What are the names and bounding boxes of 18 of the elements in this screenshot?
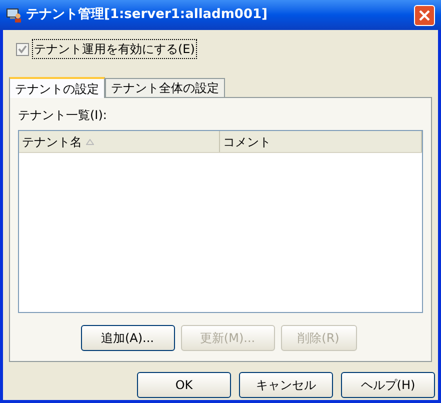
tab[interactable]: テナント全体の設定: [105, 78, 225, 97]
enable-checkbox[interactable]: [16, 42, 29, 56]
checkbox-label: テナント運用を有効にする(E): [32, 39, 197, 59]
tenant-list[interactable]: テナント名 コメント: [18, 130, 423, 313]
sort-triangle-icon: [86, 138, 94, 144]
check-icon: [18, 44, 27, 54]
close-button[interactable]: [414, 4, 435, 26]
column-header[interactable]: コメント: [220, 131, 422, 152]
list-button[interactable]: 追加(A)...: [80, 325, 174, 351]
dialog-button[interactable]: OK: [137, 372, 231, 398]
user-computer-icon: [6, 7, 22, 23]
close-icon: [419, 10, 430, 20]
dialog-button[interactable]: キャンセル: [239, 372, 333, 398]
dialog-button[interactable]: ヘルプ(H): [341, 372, 435, 398]
column-header[interactable]: テナント名: [19, 131, 220, 152]
window-title: テナント管理[1:server1:alladm001]: [26, 6, 268, 24]
list-label: テナント一覧(I):: [18, 107, 108, 124]
tab[interactable]: テナントの設定: [9, 77, 105, 98]
